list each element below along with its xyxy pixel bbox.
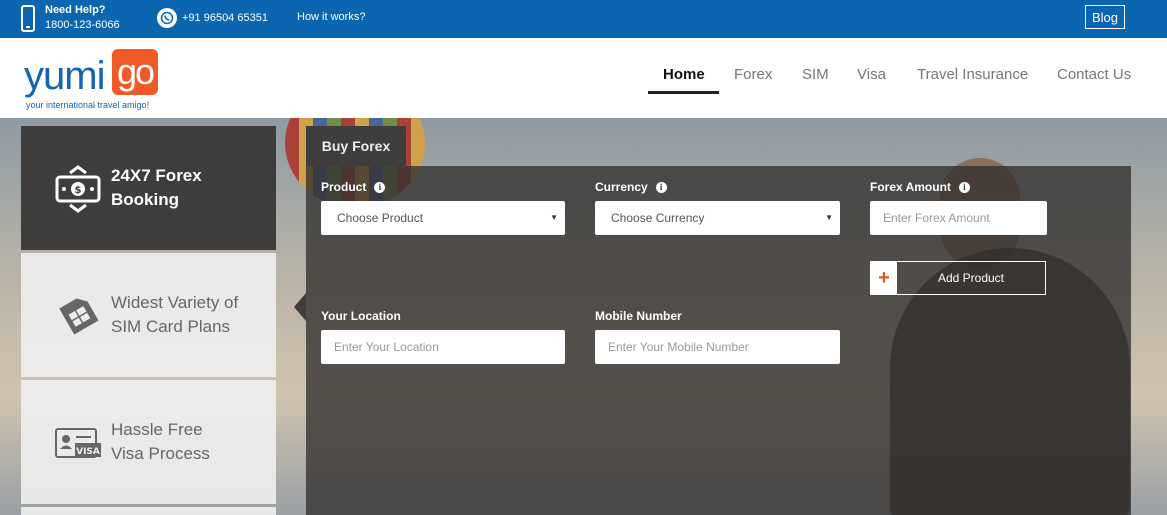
buy-forex-form: Product i Choose Product ▼ Currency i Ch… <box>306 166 1131 515</box>
location-input[interactable]: Enter Your Location <box>321 330 565 364</box>
feature-forex-line2: Booking <box>111 190 179 209</box>
feature-list: $ 24X7 Forex Booking Widest Variety of S… <box>21 126 276 515</box>
mobile-placeholder: Enter Your Mobile Number <box>608 340 749 354</box>
how-it-works-link[interactable]: How it works? <box>297 11 365 23</box>
help-phone[interactable]: 1800-123-6066 <box>45 18 120 33</box>
logo-word: yumi <box>24 54 105 98</box>
blog-button[interactable]: Blog <box>1085 5 1125 29</box>
info-icon[interactable]: i <box>374 181 386 193</box>
nav-travel-insurance[interactable]: Travel Insurance <box>917 66 1028 83</box>
svg-text:VISA: VISA <box>76 447 100 457</box>
chevron-down-icon: ▼ <box>825 213 833 222</box>
whatsapp-contact[interactable]: +91 96504 65351 <box>157 8 268 28</box>
active-feature-pointer <box>294 293 306 321</box>
tab-buy-forex[interactable]: Buy Forex <box>306 126 406 166</box>
currency-select-value: Choose Currency <box>611 211 705 225</box>
product-select-value: Choose Product <box>337 211 424 225</box>
logo-go-badge: go <box>112 49 158 95</box>
info-icon[interactable]: i <box>655 181 667 193</box>
feature-sim[interactable]: Widest Variety of SIM Card Plans <box>21 253 276 377</box>
nav-sim[interactable]: SIM <box>802 66 829 83</box>
sim-card-icon <box>53 290 103 340</box>
mobile-label: Mobile Number <box>595 309 682 323</box>
nav-active-indicator <box>648 91 719 94</box>
top-bar: Need Help? 1800-123-6066 +91 96504 65351… <box>0 0 1167 38</box>
phone-icon <box>21 4 35 32</box>
currency-label: Currency i <box>595 180 667 194</box>
feature-partial <box>21 507 276 515</box>
info-icon[interactable]: i <box>958 181 970 193</box>
add-product-button[interactable]: + Add Product <box>870 261 1046 295</box>
location-label: Your Location <box>321 309 401 323</box>
chevron-down-icon: ▼ <box>550 213 558 222</box>
location-placeholder: Enter Your Location <box>334 340 439 354</box>
nav-forex[interactable]: Forex <box>734 66 772 83</box>
logo-tagline: your international travel amigo! <box>26 100 150 110</box>
nav-contact-us[interactable]: Contact Us <box>1057 66 1131 83</box>
add-product-label: Add Product <box>937 271 1005 285</box>
product-select[interactable]: Choose Product ▼ <box>321 201 565 235</box>
svg-text:$: $ <box>75 185 82 196</box>
feature-visa-line1: Hassle Free <box>111 420 203 439</box>
help-label: Need Help? <box>45 4 106 16</box>
feature-visa[interactable]: VISA Hassle Free Visa Process <box>21 380 276 504</box>
forex-amount-label-text: Forex Amount <box>870 180 951 194</box>
plus-icon: + <box>871 262 897 294</box>
forex-amount-label: Forex Amount i <box>870 180 970 194</box>
currency-label-text: Currency <box>595 180 648 194</box>
whatsapp-number: +91 96504 65351 <box>182 12 268 24</box>
feature-sim-line2: SIM Card Plans <box>111 317 231 336</box>
whatsapp-icon <box>157 8 177 28</box>
product-label-text: Product <box>321 180 367 194</box>
forex-amount-placeholder: Enter Forex Amount <box>883 211 990 225</box>
forex-amount-input[interactable]: Enter Forex Amount <box>870 201 1047 235</box>
nav-visa[interactable]: Visa <box>857 66 886 83</box>
currency-select[interactable]: Choose Currency ▼ <box>595 201 840 235</box>
money-icon: $ <box>53 163 103 213</box>
feature-visa-line2: Visa Process <box>111 444 210 463</box>
feature-forex[interactable]: $ 24X7 Forex Booking <box>21 126 276 250</box>
logo[interactable]: yumi go your international travel amigo! <box>24 48 164 114</box>
product-label: Product i <box>321 180 386 194</box>
site-header: yumi go your international travel amigo!… <box>0 38 1167 118</box>
feature-forex-line1: 24X7 Forex <box>111 166 202 185</box>
mobile-input[interactable]: Enter Your Mobile Number <box>595 330 840 364</box>
help-contact[interactable]: Need Help? 1800-123-6066 <box>21 3 120 33</box>
feature-sim-line1: Widest Variety of <box>111 293 239 312</box>
hero-section: $ 24X7 Forex Booking Widest Variety of S… <box>0 118 1167 515</box>
visa-card-icon: VISA <box>53 417 103 467</box>
nav-home[interactable]: Home <box>663 66 705 83</box>
